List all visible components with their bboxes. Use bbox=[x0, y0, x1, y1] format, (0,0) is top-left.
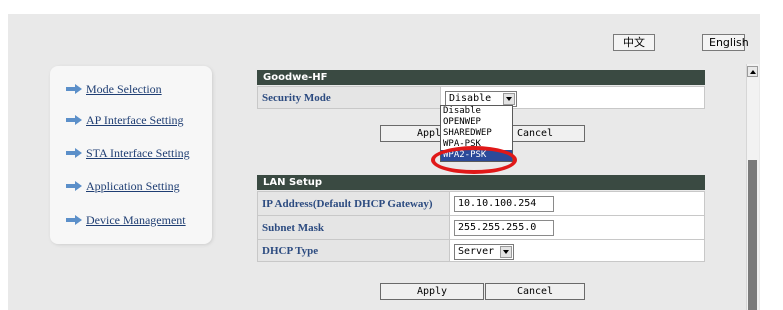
english-language-button[interactable]: English bbox=[702, 34, 749, 51]
chevron-down-icon[interactable] bbox=[503, 93, 515, 105]
subnet-mask-cell: 255.255.255.0 bbox=[449, 215, 705, 240]
lan-section-header: LAN Setup bbox=[257, 175, 705, 190]
sidebar-nav: Mode Selection AP Interface Setting STA … bbox=[50, 66, 212, 244]
ip-address-cell: 10.10.100.254 bbox=[449, 191, 705, 216]
dhcp-type-select[interactable]: Server bbox=[454, 244, 514, 260]
chevron-down-icon[interactable] bbox=[500, 246, 512, 258]
sidebar-item-application-setting[interactable]: Application Setting bbox=[66, 177, 180, 195]
sidebar-item-sta-interface-setting[interactable]: STA Interface Setting bbox=[66, 144, 190, 162]
sidebar-item-mode-selection[interactable]: Mode Selection bbox=[66, 80, 162, 98]
sidebar-item-label: Mode Selection bbox=[86, 81, 162, 96]
ip-address-input[interactable]: 10.10.100.254 bbox=[454, 195, 554, 212]
arrow-right-icon bbox=[66, 148, 82, 158]
arrow-right-icon bbox=[66, 181, 82, 191]
subnet-mask-label: Subnet Mask bbox=[257, 215, 450, 240]
option-wpa-psk[interactable]: WPA-PSK bbox=[441, 139, 512, 150]
scroll-up-arrow-icon[interactable] bbox=[747, 66, 758, 77]
sidebar-item-device-management[interactable]: Device Management bbox=[66, 211, 186, 229]
sidebar-item-ap-interface-setting[interactable]: AP Interface Setting bbox=[66, 111, 184, 129]
subnet-mask-input[interactable]: 255.255.255.0 bbox=[454, 219, 554, 236]
dhcp-type-cell: Server bbox=[449, 239, 705, 262]
dhcp-type-label: DHCP Type bbox=[257, 239, 450, 262]
security-mode-options-list: Disable OPENWEP SHAREDWEP WPA-PSK WPA2-P… bbox=[440, 105, 513, 162]
lan-apply-button[interactable]: Apply bbox=[380, 283, 484, 300]
chinese-language-button[interactable]: 中文 bbox=[613, 34, 655, 51]
security-section-header: Goodwe-HF bbox=[257, 70, 705, 85]
option-sharedwep[interactable]: SHAREDWEP bbox=[441, 128, 512, 139]
dhcp-type-value: Server bbox=[458, 246, 495, 257]
sidebar-item-label: Application Setting bbox=[86, 178, 180, 193]
sidebar-item-label: Device Management bbox=[86, 212, 186, 227]
ip-address-label: IP Address(Default DHCP Gateway) bbox=[257, 191, 450, 216]
lan-form-table: IP Address(Default DHCP Gateway) 10.10.1… bbox=[257, 191, 705, 262]
option-openwep[interactable]: OPENWEP bbox=[441, 117, 512, 128]
arrow-right-icon bbox=[66, 215, 82, 225]
security-mode-label: Security Mode bbox=[257, 86, 441, 109]
security-mode-value: Disable bbox=[449, 93, 492, 104]
arrow-right-icon bbox=[66, 84, 82, 94]
lan-cancel-button[interactable]: Cancel bbox=[485, 283, 585, 300]
sidebar-item-label: STA Interface Setting bbox=[86, 145, 190, 160]
sidebar-item-label: AP Interface Setting bbox=[86, 112, 184, 127]
option-disable[interactable]: Disable bbox=[441, 106, 512, 117]
arrow-right-icon bbox=[66, 115, 82, 125]
vertical-scrollbar[interactable] bbox=[746, 64, 759, 310]
scrollbar-thumb[interactable] bbox=[748, 160, 757, 310]
option-wpa2-psk[interactable]: WPA2-PSK bbox=[441, 150, 512, 161]
